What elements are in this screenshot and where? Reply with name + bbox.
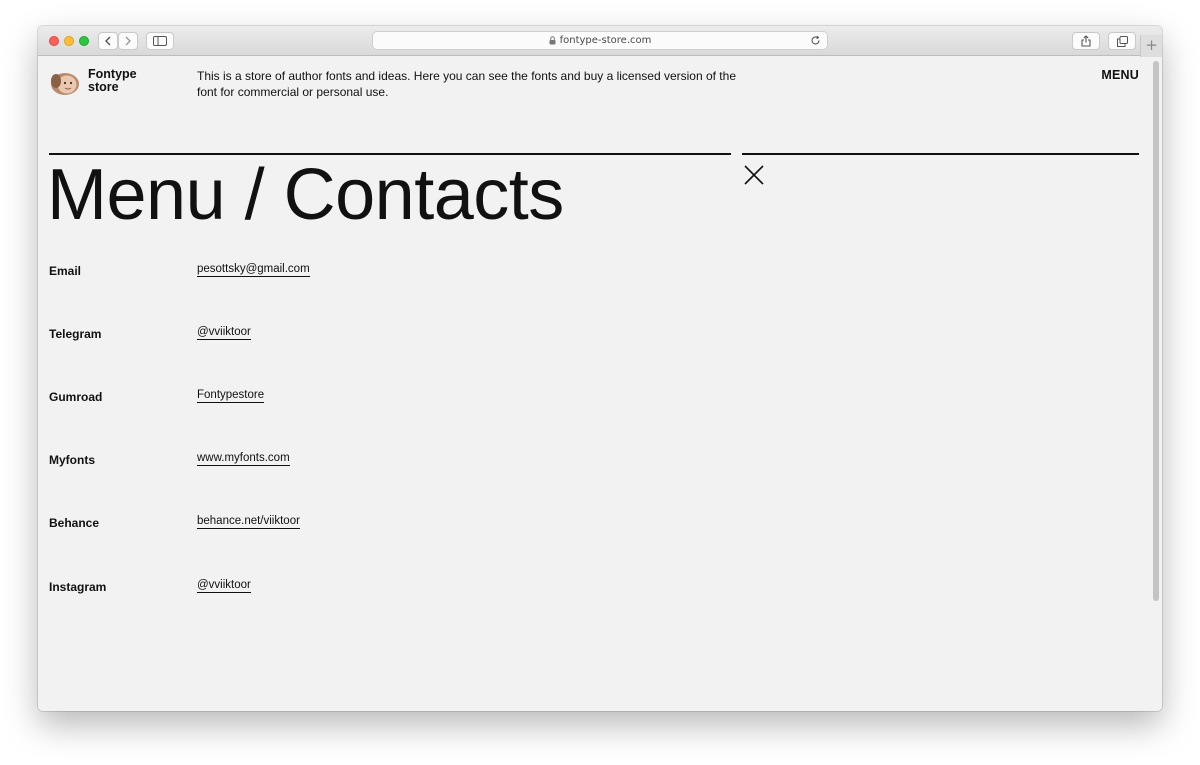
contact-label: Email bbox=[49, 264, 82, 278]
close-icon[interactable] bbox=[743, 164, 765, 186]
menu-button[interactable]: MENU bbox=[1101, 68, 1139, 82]
tabs-icon bbox=[1116, 35, 1128, 47]
minimize-window-button[interactable] bbox=[64, 36, 74, 46]
contact-row-myfonts: Myfonts www.myfonts.com bbox=[49, 451, 649, 471]
url-text: fontype-store.com bbox=[559, 35, 652, 46]
address-bar[interactable]: fontype-store.com bbox=[372, 31, 828, 50]
chevron-left-icon bbox=[105, 36, 111, 46]
reload-icon[interactable] bbox=[810, 35, 821, 49]
forward-button[interactable] bbox=[118, 32, 138, 50]
back-button[interactable] bbox=[98, 32, 118, 50]
contact-row-instagram: Instagram @vviiktoor bbox=[49, 578, 649, 598]
contact-label: Myfonts bbox=[49, 453, 95, 467]
sidebar-icon bbox=[153, 36, 167, 46]
myfonts-link[interactable]: www.myfonts.com bbox=[197, 451, 290, 466]
contact-row-telegram: Telegram @vviiktoor bbox=[49, 325, 649, 345]
contact-label: Behance bbox=[49, 516, 100, 530]
divider-right bbox=[742, 153, 1139, 155]
zoom-window-button[interactable] bbox=[79, 36, 89, 46]
scrollbar[interactable] bbox=[1153, 61, 1159, 601]
contact-label: Instagram bbox=[49, 580, 107, 594]
title-bar: fontype-store.com + bbox=[38, 26, 1162, 57]
tabs-button[interactable] bbox=[1108, 32, 1136, 50]
email-link[interactable]: pesottsky@gmail.com bbox=[197, 262, 310, 277]
instagram-link[interactable]: @vviiktoor bbox=[197, 578, 251, 593]
new-tab-button[interactable]: + bbox=[1140, 35, 1162, 57]
sidebar-button[interactable] bbox=[146, 32, 174, 50]
contact-label: Gumroad bbox=[49, 390, 103, 404]
contact-label: Telegram bbox=[49, 327, 102, 341]
telegram-link[interactable]: @vviiktoor bbox=[197, 325, 251, 340]
behance-link[interactable]: behance.net/viiktoor bbox=[197, 514, 300, 529]
site-tagline: This is a store of author fonts and idea… bbox=[197, 69, 736, 99]
brand-name[interactable]: Fontype store bbox=[88, 68, 168, 94]
lock-icon bbox=[549, 36, 556, 45]
contact-row-behance: Behance behance.net/viiktoor bbox=[49, 514, 649, 534]
contact-row-email: Email pesottsky@gmail.com bbox=[49, 262, 649, 282]
contact-row-gumroad: Gumroad Fontypestore bbox=[49, 388, 649, 408]
gumroad-link[interactable]: Fontypestore bbox=[197, 388, 265, 403]
share-button[interactable] bbox=[1072, 32, 1100, 50]
chevron-right-icon bbox=[125, 36, 131, 46]
close-window-button[interactable] bbox=[49, 36, 59, 46]
avatar[interactable] bbox=[50, 71, 80, 97]
web-page: Fontype store This is a store of author … bbox=[38, 57, 1162, 711]
page-title: Menu / Contacts bbox=[47, 155, 564, 235]
share-icon bbox=[1081, 35, 1091, 47]
browser-window: fontype-store.com + Fontype store This i… bbox=[38, 26, 1162, 711]
